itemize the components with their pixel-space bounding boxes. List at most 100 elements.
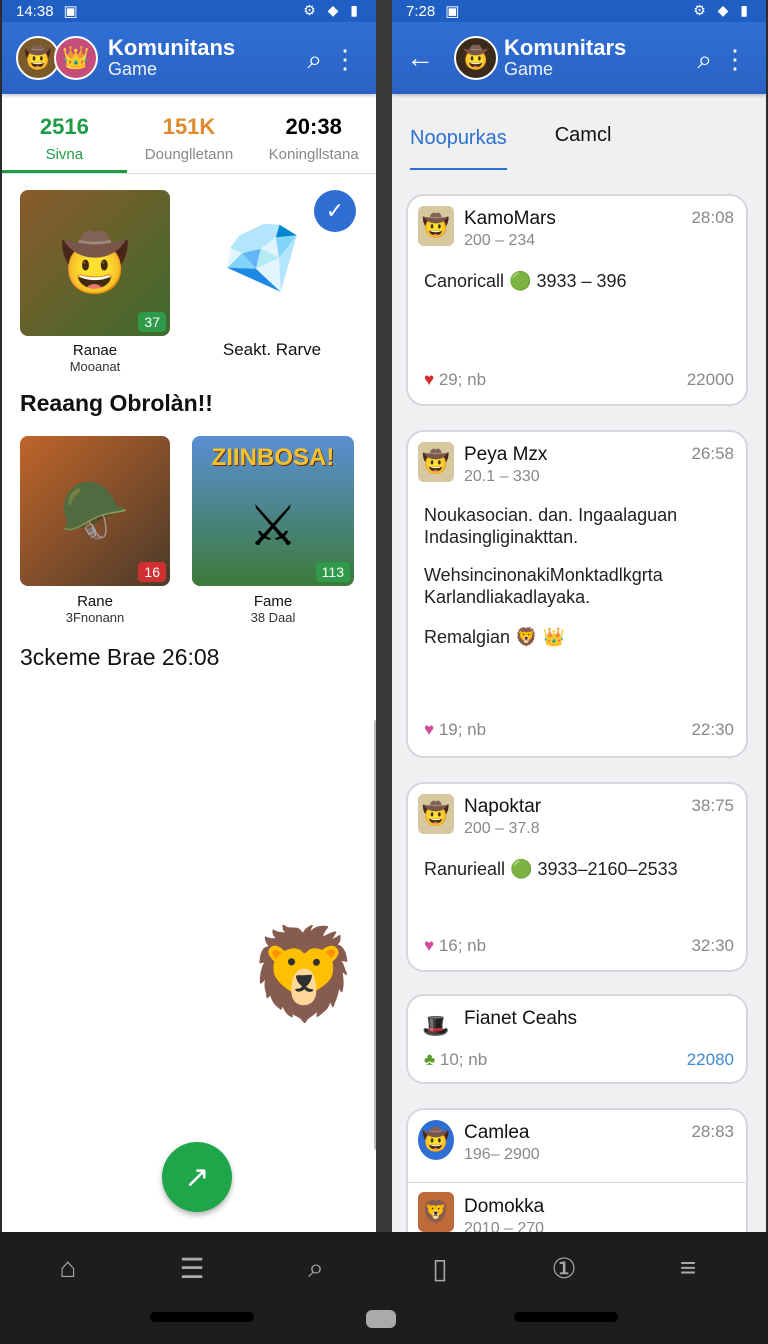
section-title: Reaang Obrolàn!! [20,390,213,416]
post-meta: 20.1 – 330 [464,468,540,485]
post-time: 38:75 [691,796,734,815]
like-count[interactable]: ♥ 19; nb [424,720,486,740]
info-icon[interactable]: ① [544,1252,584,1292]
post-author: Peya Mzx [464,444,548,465]
avatar: 🤠 [418,794,454,834]
compose-button[interactable]: ↗ [162,1142,232,1212]
stat-label: Dounglletann [144,146,234,163]
game-banner: ZIINBOSA! [211,444,335,471]
post-card[interactable]: 🎩 Fianet Ceahs ♣ 10; nb 22080 [406,994,748,1084]
post-score: 22000 [686,370,734,389]
game-thumbnail[interactable]: ZIINBOSA! ⚔ 113 [192,436,354,586]
post-card[interactable]: 🤠 Napoktar 200 – 37.8 38:75 Ranurieall 🟢… [406,782,748,972]
item-caption: Seakt. Rarve [222,340,322,359]
layers-icon[interactable]: ☰ [172,1252,212,1292]
tab-camcl[interactable]: Camcl [555,124,612,147]
stat-label: Sivna [45,146,84,163]
level-badge: 16 [138,562,166,582]
avatar[interactable]: 🤠 [454,36,498,80]
post-time: 26:58 [691,444,734,463]
split-divider [376,0,392,1232]
tab-stat-3[interactable]: 20:38 Koningllstana [251,94,376,173]
game-thumbnail[interactable]: 🪖 16 [20,436,170,586]
post-body: Canoricall 🟢 3933 – 396 [424,271,627,291]
post-author: Fianet Ceahs [464,1008,578,1029]
back-arrow-icon[interactable]: ← [406,42,434,74]
post-author: Camlea [464,1122,530,1143]
game-thumbnail[interactable]: 🤠 37 [20,190,170,336]
post-card[interactable]: 🤠 KamoMars 200 – 234 28:08 Canoricall 🟢 … [406,194,748,406]
post-card[interactable]: 🤠 Peya Mzx 20.1 – 330 26:58 Noukasocian.… [406,430,748,758]
avatar: 🤠 [418,1120,454,1160]
heart-icon: ♥ [424,720,435,739]
sprout-icon: ♣ [424,1050,436,1069]
stat-label: Koningllstana [268,146,359,163]
mascot-image: 🦁 [248,925,361,1025]
heart-icon: ♥ [424,936,435,955]
menu-icon[interactable]: ≡ [668,1252,708,1292]
like-count[interactable]: ♣ 10; nb [424,1050,487,1070]
status-time: 7:28 [406,2,436,20]
level-badge: 37 [138,312,166,332]
post-body: Ranurieall 🟢 3933–2160–2533 [424,859,678,879]
post-author: Napoktar [464,796,542,817]
game-sub: Mooanat [69,359,121,374]
notification-icon: ▣ [63,3,78,20]
more-icon[interactable]: ⋮ [332,44,358,75]
tab-bar: Noopurkas Camcl [392,94,766,176]
check-icon[interactable]: ✓ [314,190,356,232]
post-body-line: Noukasocian. dan. Ingaalaguan [424,505,678,525]
post-time: 28:08 [691,208,734,227]
avatar: 🦁 [418,1192,454,1232]
status-time: 14:38 [16,2,54,20]
home-icon[interactable]: ⌂ [48,1252,88,1292]
avatar: 🎩 [422,1013,450,1038]
tab-stat-2[interactable]: 151K Dounglletann [127,94,252,173]
app-bar: ← 🤠 Komunitars Game ⌕ ⋮ [392,22,766,94]
game-name: Ranae [72,342,118,359]
post-body-line: WehsincinonakiMonktadlkgrta [424,565,663,585]
app-subtitle: Game [504,59,554,79]
post-author: KamoMars [464,208,556,229]
game-sub: 38 Daal [250,610,296,625]
app-title: Komunitars [504,35,627,60]
post-meta: 196– 2900 [464,1146,540,1163]
heart-icon: ♥ [424,370,435,389]
game-caption: Rane 3Fnonann [20,593,170,625]
app-title: Komunitans [108,35,236,60]
post-author: Domokka [464,1196,545,1217]
game-sub: 3Fnonann [65,610,125,625]
search-icon[interactable]: ⌕ [296,1252,336,1292]
status-bar: 14:38 ▣ ⚙ ◆ ▮ [2,0,376,22]
post-score: 22080 [686,1050,734,1069]
status-bar: 7:28 ▣ ⚙ ◆ ▮ [392,0,766,22]
book-icon[interactable]: ▯ [420,1252,460,1292]
like-count[interactable]: ♥ 16; nb [424,936,486,956]
avatar-secondary[interactable]: 👑 [54,36,98,80]
app-subtitle: Game [108,59,158,79]
game-caption: Ranae Mooanat [20,342,170,374]
level-badge: 113 [315,562,350,582]
like-count[interactable]: ♥ 29; nb [424,370,486,390]
post-body-line: Karlandliakadlayaka. [424,587,591,607]
post-time: 28:83 [691,1122,734,1141]
split-handle[interactable] [366,1310,396,1328]
post-card[interactable]: 🤠 Camlea 196– 2900 28:83 🦁 Domokka 2010 … [406,1108,748,1232]
post-meta: 200 – 37.8 [464,820,540,837]
game-name: Fame [253,593,293,610]
stat-number: 151K [162,114,216,139]
right-screen: 7:28 ▣ ⚙ ◆ ▮ ← 🤠 Komunitars Game ⌕ ⋮ Noo… [392,0,766,1232]
avatar: 🤠 [418,442,454,482]
post-score: 32:30 [691,936,734,955]
post-tags: Remalgian 🦁 👑 [424,627,565,647]
signal-icons: ⚙ ◆ ▮ [303,2,362,18]
avatar: 🤠 [418,206,454,246]
gesture-pill-right [514,1312,618,1322]
search-icon[interactable]: ⌕ [307,44,322,76]
more-icon[interactable]: ⋮ [722,44,748,75]
tab-stat-1[interactable]: 2516 Sivna [2,94,127,173]
tab-noopurkas[interactable]: Noopurkas [410,101,507,170]
search-icon[interactable]: ⌕ [697,44,712,76]
post-meta: 2010 – 270 [464,1220,545,1232]
notification-icon: ▣ [445,3,460,20]
